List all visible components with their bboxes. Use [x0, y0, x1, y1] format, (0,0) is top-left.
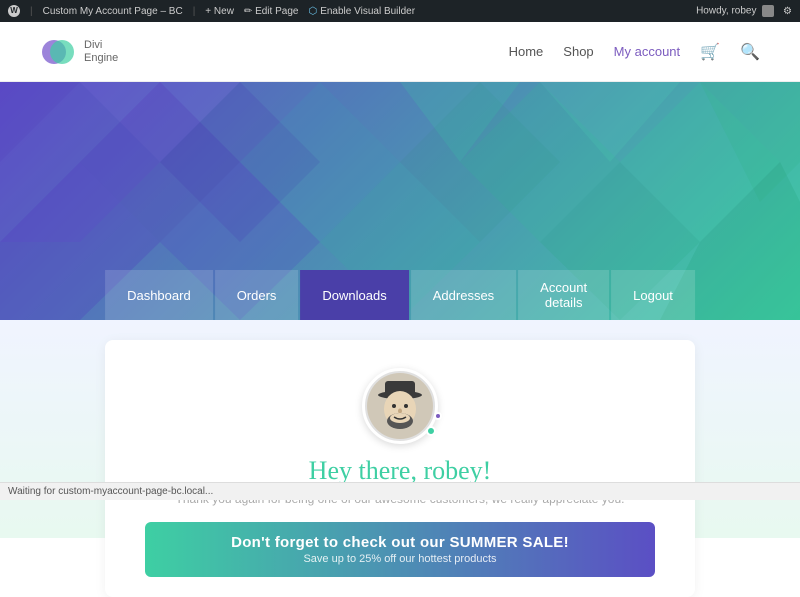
logo-text-block: Divi Engine	[84, 39, 118, 63]
wordpress-icon: W	[8, 5, 20, 17]
tab-account-details[interactable]: Account details	[518, 270, 609, 320]
edit-page-item[interactable]: ✏ Edit Page	[244, 6, 299, 17]
cta-title: Don't forget to check out our SUMMER SAL…	[231, 534, 569, 551]
wp-menu-item[interactable]: W	[8, 5, 20, 17]
search-icon[interactable]: 🔍	[740, 42, 760, 62]
screen-options-icon[interactable]: ⚙	[783, 6, 792, 17]
account-tab-nav: Dashboard Orders Downloads Addresses Acc…	[105, 270, 695, 320]
cart-icon[interactable]: 🛒	[700, 42, 720, 62]
cta-banner[interactable]: Don't forget to check out our SUMMER SAL…	[145, 522, 655, 577]
tab-orders[interactable]: Orders	[215, 270, 299, 320]
site-nav: Home Shop My account 🛒 🔍	[509, 42, 760, 62]
new-label: + New	[205, 6, 234, 17]
howdy-text: Howdy, robey	[696, 6, 756, 17]
status-bar: Waiting for custom-myaccount-page-bc.loc…	[0, 482, 800, 500]
admin-bar-separator2: |	[193, 6, 196, 17]
nav-home[interactable]: Home	[509, 44, 544, 59]
site-logo[interactable]: Divi Engine	[40, 34, 118, 70]
tab-logout[interactable]: Logout	[611, 270, 695, 320]
tab-downloads[interactable]: Downloads	[300, 270, 408, 320]
admin-bar-right: Howdy, robey ⚙	[696, 5, 792, 17]
edit-page-label: ✏ Edit Page	[244, 6, 299, 17]
avatar-wrap	[362, 368, 438, 444]
logo-name: Divi	[84, 39, 118, 51]
nav-shop[interactable]: Shop	[563, 44, 593, 59]
cta-subtitle: Save up to 25% off our hottest products	[303, 553, 496, 565]
user-avatar-small	[762, 5, 774, 17]
visual-builder-label: Enable Visual Builder	[320, 6, 415, 17]
admin-bar-separator: |	[30, 6, 33, 17]
new-item[interactable]: + New	[205, 6, 234, 17]
avatar-svg	[365, 371, 435, 441]
admin-bar-left: W | Custom My Account Page – BC | + New …	[8, 5, 415, 17]
site-name-label: Custom My Account Page – BC	[43, 6, 183, 17]
admin-bar: W | Custom My Account Page – BC | + New …	[0, 0, 800, 22]
content-card: Hey there, robey! Thank you again for be…	[105, 340, 695, 597]
visual-builder-item[interactable]: ⬡ Enable Visual Builder	[308, 6, 415, 17]
tab-dashboard[interactable]: Dashboard	[105, 270, 213, 320]
logo-sub: Engine	[84, 52, 118, 64]
tab-addresses[interactable]: Addresses	[411, 270, 516, 320]
hero-section: Dashboard Orders Downloads Addresses Acc…	[0, 82, 800, 320]
content-area: Hey there, robey! Thank you again for be…	[0, 320, 800, 538]
logo-svg	[40, 34, 76, 70]
avatar-dot-purple	[434, 412, 442, 420]
nav-my-account[interactable]: My account	[614, 44, 680, 59]
avatar-dot-teal	[426, 426, 436, 436]
site-header: Divi Engine Home Shop My account 🛒 🔍	[0, 22, 800, 82]
site-name-item[interactable]: Custom My Account Page – BC	[43, 6, 183, 17]
status-text: Waiting for custom-myaccount-page-bc.loc…	[8, 486, 213, 497]
